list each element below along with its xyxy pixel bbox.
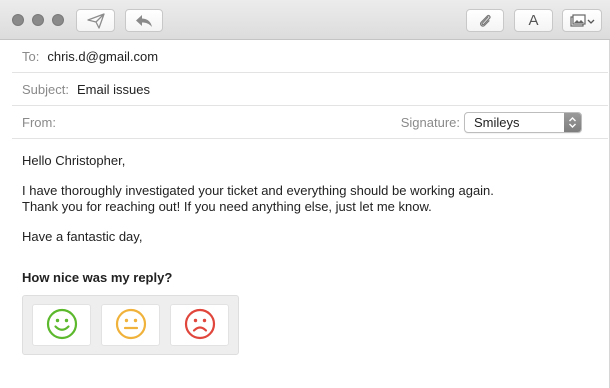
greeting-text: Hello Christopher,: [22, 153, 126, 168]
chevron-updown-icon: [564, 113, 581, 132]
toolbar: A: [0, 0, 610, 40]
zoom-window-button[interactable]: [52, 14, 64, 26]
format-font-icon: A: [528, 12, 539, 29]
closing-text: Have a fantastic day,: [22, 229, 143, 244]
to-label: To:: [22, 48, 40, 64]
from-label: From:: [22, 114, 56, 130]
rating-neutral-button[interactable]: [101, 304, 160, 346]
reply-icon: [135, 14, 153, 28]
subject-row[interactable]: Subject: Email issues: [12, 73, 608, 106]
reply-button[interactable]: [125, 9, 163, 32]
send-icon: [86, 12, 105, 29]
subject-label: Subject:: [22, 81, 69, 97]
close-window-button[interactable]: [12, 14, 24, 26]
sad-face-icon: [184, 308, 216, 343]
attachment-icon: [478, 13, 492, 29]
send-button[interactable]: [76, 9, 115, 32]
rating-question: How nice was my reply?: [22, 270, 173, 285]
signature-label: Signature:: [400, 114, 460, 130]
from-row: From: Signature: Smileys: [12, 106, 608, 139]
attach-button[interactable]: [466, 9, 504, 32]
message-line-2: Thank you for reaching out! If you need …: [22, 199, 432, 214]
mail-compose-window: A To: chris.d@gmail.com Subject: Email i…: [0, 0, 610, 388]
neutral-face-icon: [115, 308, 147, 343]
rating-panel: [22, 295, 239, 355]
signature-select[interactable]: Smileys: [464, 112, 582, 133]
rating-happy-button[interactable]: [32, 304, 91, 346]
photo-browser-icon: [569, 13, 595, 28]
subject-field[interactable]: Email issues: [77, 82, 150, 97]
photo-browser-button[interactable]: [562, 9, 602, 32]
signature-value: Smileys: [474, 115, 520, 130]
format-button[interactable]: A: [514, 9, 553, 32]
rating-sad-button[interactable]: [170, 304, 229, 346]
to-field[interactable]: chris.d@gmail.com: [47, 49, 158, 64]
message-line-1: I have thoroughly investigated your tick…: [22, 183, 494, 198]
minimize-window-button[interactable]: [32, 14, 44, 26]
happy-face-icon: [46, 308, 78, 343]
to-row[interactable]: To: chris.d@gmail.com: [12, 40, 608, 73]
